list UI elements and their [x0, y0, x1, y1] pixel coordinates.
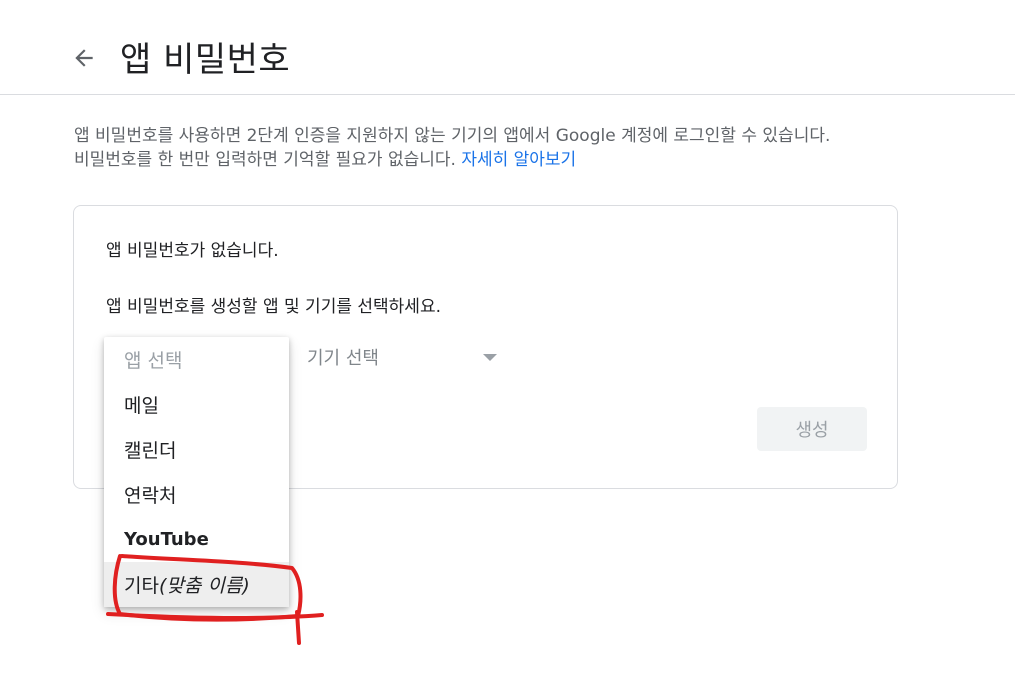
generate-button[interactable]: 생성 [757, 407, 867, 451]
device-select-label: 기기 선택 [307, 348, 379, 369]
page-header: 앱 비밀번호 [0, 0, 1015, 95]
caret-down-icon [483, 354, 497, 361]
menu-item-other-label: 기타 [124, 575, 159, 597]
description-line-2: 비밀번호를 한 번만 입력하면 기억할 필요가 없습니다. [74, 150, 462, 170]
back-button[interactable] [68, 42, 100, 74]
description: 앱 비밀번호를 사용하면 2단계 인증을 지원하지 않는 기기의 앱에서 Goo… [74, 124, 954, 172]
menu-item-other-custom-name[interactable]: 기타 (맞춤 이름) [104, 562, 289, 607]
device-select-dropdown[interactable]: 기기 선택 [307, 340, 497, 374]
page-title: 앱 비밀번호 [120, 40, 291, 80]
menu-item-youtube[interactable]: YouTube [104, 517, 289, 562]
select-hint-text: 앱 비밀번호를 생성할 앱 및 기기를 선택하세요. [106, 297, 441, 317]
menu-item-calendar[interactable]: 캘린더 [104, 427, 289, 472]
menu-item-other-hint: (맞춤 이름) [158, 575, 250, 597]
description-line-1: 앱 비밀번호를 사용하면 2단계 인증을 지원하지 않는 기기의 앱에서 Goo… [74, 126, 831, 146]
app-passwords-page: 앱 비밀번호 앱 비밀번호를 사용하면 2단계 인증을 지원하지 않는 기기의 … [0, 0, 1015, 695]
app-select-menu: 앱 선택 메일 캘린더 연락처 YouTube 기타 (맞춤 이름) [104, 337, 289, 607]
no-passwords-text: 앱 비밀번호가 없습니다. [106, 241, 279, 261]
menu-item-mail[interactable]: 메일 [104, 382, 289, 427]
menu-item-contacts[interactable]: 연락처 [104, 472, 289, 517]
arrow-left-icon [75, 49, 93, 67]
learn-more-link[interactable]: 자세히 알아보기 [461, 150, 576, 170]
app-select-placeholder: 앱 선택 [124, 350, 183, 372]
